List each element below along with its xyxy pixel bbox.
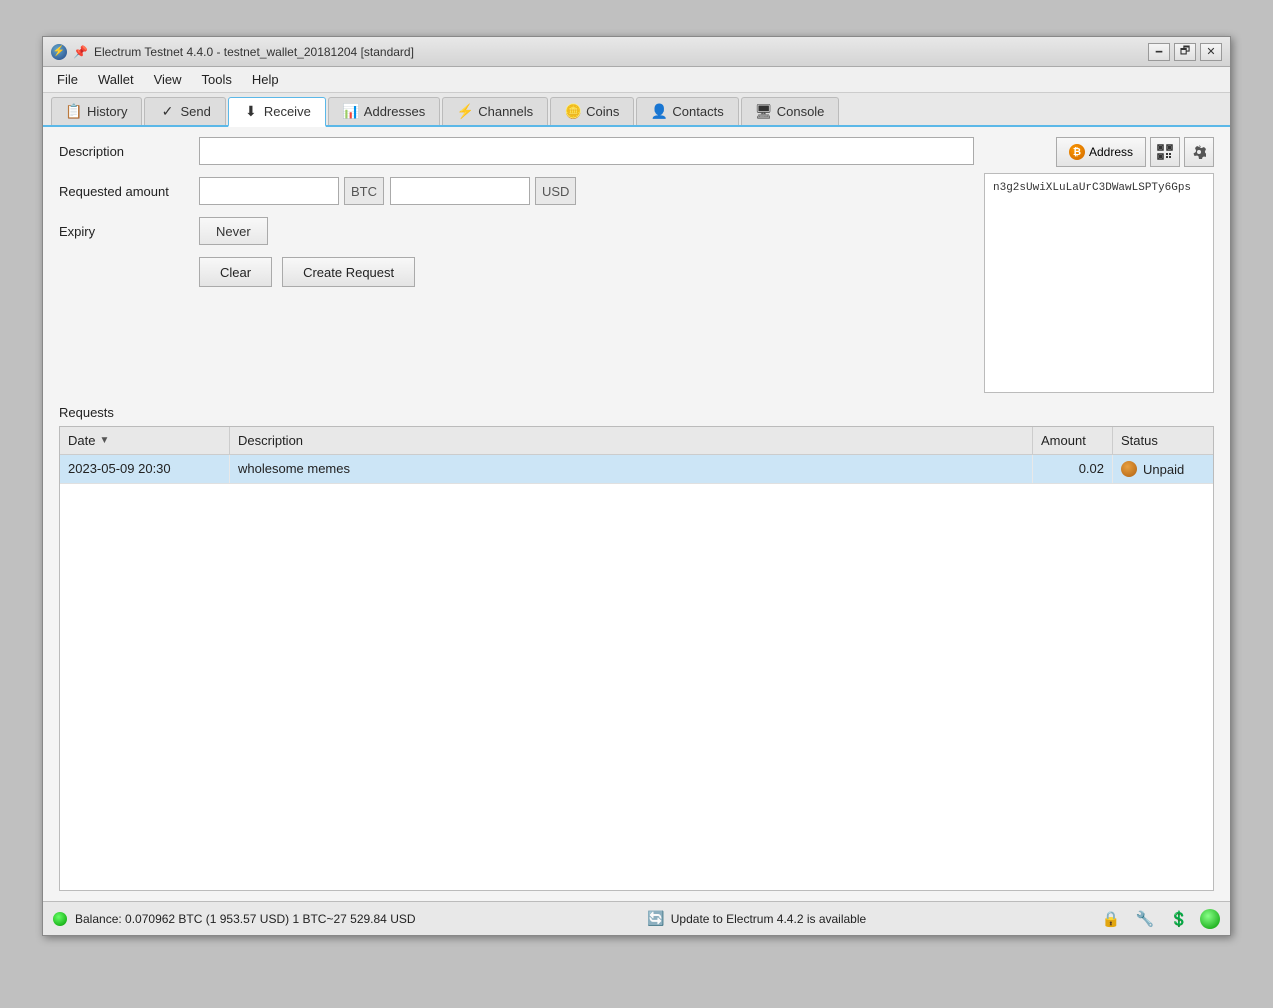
currency-icon-btn[interactable]: 💲 xyxy=(1166,906,1192,932)
description-column-header[interactable]: Description xyxy=(230,427,1033,454)
date-column-header[interactable]: Date ▼ xyxy=(60,427,230,454)
tab-icon-coins: 🪙 xyxy=(565,103,581,119)
create-request-button[interactable]: Create Request xyxy=(282,257,415,287)
tab-icon-send: ✓ xyxy=(159,103,175,119)
close-button[interactable]: ✕ xyxy=(1200,43,1222,61)
menu-item-tools[interactable]: Tools xyxy=(192,69,242,90)
menu-item-view[interactable]: View xyxy=(144,69,192,90)
btc-label: BTC xyxy=(344,177,384,205)
clear-button[interactable]: Clear xyxy=(199,257,272,287)
date-header-label: Date xyxy=(68,433,95,448)
menu-item-help[interactable]: Help xyxy=(242,69,289,90)
expiry-label: Expiry xyxy=(59,224,199,239)
tab-label-history: History xyxy=(87,104,127,119)
tab-bar: 📋 History ✓ Send ⬇ Receive 📊 Addresses ⚡… xyxy=(43,93,1230,127)
status-cell: Unpaid xyxy=(1113,455,1213,483)
tab-contacts[interactable]: 👤 Contacts xyxy=(636,97,738,125)
network-status-dot[interactable] xyxy=(1200,909,1220,929)
tab-icon-addresses: 📊 xyxy=(343,103,359,119)
pin-button[interactable]: 📌 xyxy=(73,45,88,59)
action-buttons: Clear Create Request xyxy=(199,257,974,287)
amount-cell: 0.02 xyxy=(1033,455,1113,483)
tab-receive[interactable]: ⬇ Receive xyxy=(228,97,326,127)
tab-addresses[interactable]: 📊 Addresses xyxy=(328,97,440,125)
table-row[interactable]: 2023-05-09 20:30 wholesome memes 0.02 Un… xyxy=(60,455,1213,484)
tab-icon-console: 🖥 xyxy=(756,103,772,119)
form-area: Description Requested amount BTC USD Exp… xyxy=(59,137,974,393)
window-controls: 🗕 🗗 ✕ xyxy=(1148,43,1222,61)
usd-label: USD xyxy=(535,177,576,205)
menu-item-file[interactable]: File xyxy=(47,69,88,90)
qr-toolbar: ₿ Address xyxy=(984,137,1214,167)
tab-channels[interactable]: ⚡ Channels xyxy=(442,97,548,125)
lock-icon-btn[interactable]: 🔒 xyxy=(1098,906,1124,932)
balance-text: Balance: 0.070962 BTC (1 953.57 USD) 1 B… xyxy=(75,912,416,926)
amount-column-header[interactable]: Amount xyxy=(1033,427,1113,454)
amount-header-label: Amount xyxy=(1041,433,1086,448)
tab-label-contacts: Contacts xyxy=(672,104,723,119)
requests-title: Requests xyxy=(59,405,1214,420)
status-column-header[interactable]: Status xyxy=(1113,427,1213,454)
description-label: Description xyxy=(59,144,199,159)
tab-label-coins: Coins xyxy=(586,104,619,119)
expiry-button[interactable]: Never xyxy=(199,217,268,245)
minimize-button[interactable]: 🗕 xyxy=(1148,43,1170,61)
usd-input[interactable] xyxy=(390,177,530,205)
top-section: Description Requested amount BTC USD Exp… xyxy=(59,137,1214,393)
status-left: Balance: 0.070962 BTC (1 953.57 USD) 1 B… xyxy=(53,912,416,926)
menu-item-wallet[interactable]: Wallet xyxy=(88,69,144,90)
status-right: 🔒 🔧 💲 xyxy=(1098,906,1220,932)
status-header-label: Status xyxy=(1121,433,1158,448)
tab-send[interactable]: ✓ Send xyxy=(144,97,225,125)
settings-button[interactable] xyxy=(1184,137,1214,167)
btc-input[interactable] xyxy=(199,177,339,205)
update-notice[interactable]: 🔄 Update to Electrum 4.4.2 is available xyxy=(647,910,866,927)
connection-status-icon xyxy=(53,912,67,926)
amount-inputs: BTC USD xyxy=(199,177,576,205)
status-label: Unpaid xyxy=(1143,462,1184,477)
table-header: Date ▼ Description Amount Status xyxy=(60,427,1213,455)
address-button[interactable]: ₿ Address xyxy=(1056,137,1146,167)
menu-bar: FileWalletViewToolsHelp xyxy=(43,67,1230,93)
address-display: n3g2sUwiXLuLaUrC3DWawLSPTy6Gps xyxy=(984,173,1214,393)
tab-console[interactable]: 🖥 Console xyxy=(741,97,840,125)
sort-arrow-icon: ▼ xyxy=(99,435,109,446)
tab-label-console: Console xyxy=(777,104,825,119)
tab-coins[interactable]: 🪙 Coins xyxy=(550,97,634,125)
content-area: Description Requested amount BTC USD Exp… xyxy=(43,127,1230,901)
tab-icon-contacts: 👤 xyxy=(651,103,667,119)
tab-label-receive: Receive xyxy=(264,104,311,119)
requests-section: Requests Date ▼ Description Amount Statu… xyxy=(59,405,1214,891)
tools-icon-btn[interactable]: 🔧 xyxy=(1132,906,1158,932)
status-bar: Balance: 0.070962 BTC (1 953.57 USD) 1 B… xyxy=(43,901,1230,935)
tab-icon-receive: ⬇ xyxy=(243,103,259,119)
tab-label-addresses: Addresses xyxy=(364,104,425,119)
tab-label-channels: Channels xyxy=(478,104,533,119)
title-bar: ⚡ 📌 Electrum Testnet 4.4.0 - testnet_wal… xyxy=(43,37,1230,67)
expiry-row: Expiry Never xyxy=(59,217,974,245)
address-btn-label: Address xyxy=(1089,145,1133,159)
update-text: Update to Electrum 4.4.2 is available xyxy=(671,912,866,926)
qr-panel: ₿ Address xyxy=(984,137,1214,393)
tab-icon-history: 📋 xyxy=(66,103,82,119)
window-title: Electrum Testnet 4.4.0 - testnet_wallet_… xyxy=(94,45,414,59)
description-row: Description xyxy=(59,137,974,165)
status-icon xyxy=(1121,461,1137,477)
date-cell: 2023-05-09 20:30 xyxy=(60,455,230,483)
requests-table: Date ▼ Description Amount Status 2023-05… xyxy=(59,426,1214,891)
qr-code-button[interactable] xyxy=(1150,137,1180,167)
tab-history[interactable]: 📋 History xyxy=(51,97,142,125)
tab-icon-channels: ⚡ xyxy=(457,103,473,119)
requested-amount-label: Requested amount xyxy=(59,184,199,199)
tab-label-send: Send xyxy=(180,104,210,119)
app-icon: ⚡ xyxy=(51,44,67,60)
update-icon: 🔄 xyxy=(647,910,664,927)
description-input[interactable] xyxy=(199,137,974,165)
requested-amount-row: Requested amount BTC USD xyxy=(59,177,974,205)
maximize-button[interactable]: 🗗 xyxy=(1174,43,1196,61)
bitcoin-icon: ₿ xyxy=(1069,144,1085,160)
description-cell: wholesome memes xyxy=(230,455,1033,483)
description-header-label: Description xyxy=(238,433,303,448)
